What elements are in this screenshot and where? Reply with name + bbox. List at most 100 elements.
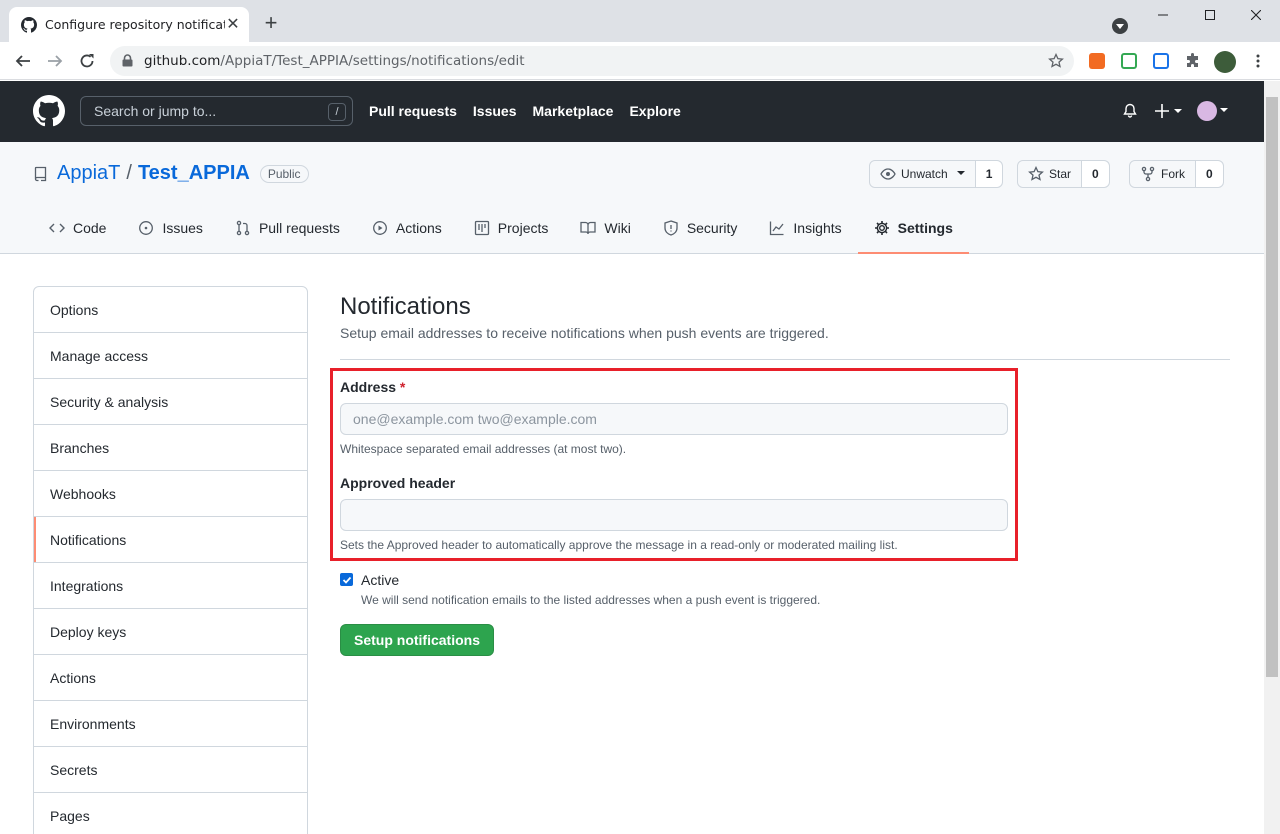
tab-settings[interactable]: Settings (857, 216, 970, 254)
address-input[interactable] (340, 403, 1008, 435)
nav-pull-requests[interactable]: Pull requests (369, 103, 457, 119)
extension-ex-icon[interactable] (1089, 53, 1105, 69)
unwatch-label: Unwatch (901, 167, 948, 181)
tab-insights[interactable]: Insights (753, 216, 857, 254)
fork-button[interactable]: Fork (1130, 161, 1196, 187)
notifications-bell-icon[interactable] (1122, 103, 1138, 119)
tab-wiki-label: Wiki (604, 220, 631, 236)
star-count[interactable]: 0 (1082, 161, 1109, 187)
nav-marketplace[interactable]: Marketplace (533, 103, 614, 119)
nav-explore[interactable]: Explore (629, 103, 680, 119)
profile-avatar[interactable] (1214, 51, 1236, 73)
tab-wiki[interactable]: Wiki (564, 216, 646, 254)
issue-icon (139, 221, 154, 235)
required-mark: * (399, 379, 406, 395)
search-placeholder: Search or jump to... (94, 103, 217, 119)
gear-icon (874, 221, 889, 235)
shield-icon (664, 220, 678, 236)
sidebar-item-environments[interactable]: Environments (34, 701, 307, 747)
nav-issues[interactable]: Issues (473, 103, 517, 119)
watch-button-group: Unwatch 1 (869, 160, 1004, 188)
create-new-plus-icon[interactable] (1155, 103, 1183, 119)
tab-issues-label: Issues (162, 220, 203, 236)
star-label: Star (1049, 167, 1072, 181)
repo-tabs: Code Issues Pull requests Actions Projec… (33, 216, 970, 254)
highlight-box (330, 368, 1018, 561)
browser-menu-icon[interactable] (1250, 53, 1266, 69)
back-icon[interactable] (12, 50, 34, 72)
chevron-down-icon (956, 171, 965, 175)
repo-icon (34, 166, 47, 181)
lock-icon[interactable] (122, 54, 133, 67)
unwatch-button[interactable]: Unwatch (870, 161, 976, 187)
reload-icon[interactable] (76, 50, 98, 72)
settings-sidebar: Options Manage access Security & analysi… (33, 286, 308, 834)
tab-settings-label: Settings (897, 220, 953, 236)
sidebar-item-deploy-keys[interactable]: Deploy keys (34, 609, 307, 655)
sidebar-item-secrets[interactable]: Secrets (34, 747, 307, 793)
star-button[interactable]: Star (1018, 161, 1083, 187)
tab-pull-requests[interactable]: Pull requests (219, 216, 356, 254)
eye-icon (880, 168, 896, 180)
address-label: Address * (340, 379, 406, 395)
sidebar-item-webhooks[interactable]: Webhooks (34, 471, 307, 517)
extension-blue-icon[interactable] (1153, 53, 1169, 69)
tab-title: Configure repository notification (45, 17, 225, 32)
divider (340, 359, 1230, 360)
sidebar-item-manage-access[interactable]: Manage access (34, 333, 307, 379)
sidebar-item-actions[interactable]: Actions (34, 655, 307, 701)
tab-code-label: Code (73, 220, 107, 236)
sidebar-item-integrations[interactable]: Integrations (34, 563, 307, 609)
approved-header-input[interactable] (340, 499, 1008, 531)
address-bar[interactable]: github.com/AppiaT/Test_APPIA/settings/no… (110, 46, 1074, 76)
watch-count[interactable]: 1 (975, 161, 1003, 187)
active-label[interactable]: Active (361, 572, 399, 588)
tab-projects[interactable]: Projects (458, 216, 565, 254)
forward-icon[interactable] (44, 50, 66, 72)
extension-green-icon[interactable] (1121, 53, 1137, 69)
tab-issues[interactable]: Issues (122, 216, 218, 254)
sidebar-item-notifications[interactable]: Notifications (34, 517, 307, 563)
minimize-icon[interactable] (1140, 0, 1186, 30)
new-tab-icon[interactable]: + (260, 12, 282, 34)
setup-notifications-button[interactable]: Setup notifications (340, 624, 494, 656)
tab-search-icon[interactable] (1112, 18, 1128, 34)
sidebar-item-security-analysis[interactable]: Security & analysis (34, 379, 307, 425)
user-menu-caret-icon[interactable] (1220, 108, 1228, 114)
browser-tab[interactable]: Configure repository notification ✕ (9, 7, 249, 42)
graph-icon (770, 221, 784, 236)
address-note: Whitespace separated email addresses (at… (340, 442, 627, 456)
page-scrollbar[interactable] (1264, 81, 1280, 834)
fork-label: Fork (1161, 167, 1185, 181)
sidebar-item-options[interactable]: Options (34, 287, 307, 333)
tab-insights-label: Insights (793, 220, 842, 236)
bookmark-star-icon[interactable] (1048, 53, 1064, 69)
tab-actions-label: Actions (395, 220, 442, 236)
tab-close-icon[interactable]: ✕ (225, 16, 241, 33)
repo-title: AppiaT / Test_APPIA Public (33, 162, 309, 185)
github-logo-icon[interactable] (33, 95, 65, 127)
star-button-group: Star 0 (1017, 160, 1110, 188)
browser-tab-bar: Configure repository notification ✕ + (0, 0, 1280, 42)
star-icon (1028, 166, 1044, 181)
scrollbar-thumb[interactable] (1266, 97, 1278, 677)
checkmark-icon (342, 576, 351, 584)
maximize-icon[interactable] (1187, 0, 1233, 30)
tab-code[interactable]: Code (33, 216, 122, 254)
close-window-icon[interactable] (1233, 0, 1279, 30)
browser-toolbar: github.com/AppiaT/Test_APPIA/settings/no… (0, 42, 1280, 80)
repo-name-link[interactable]: Test_APPIA (138, 162, 250, 185)
global-nav: Pull requests Issues Marketplace Explore (369, 103, 681, 119)
repo-owner-link[interactable]: AppiaT (57, 162, 120, 185)
sidebar-item-branches[interactable]: Branches (34, 425, 307, 471)
tab-pull-requests-label: Pull requests (258, 220, 340, 236)
fork-count[interactable]: 0 (1196, 161, 1223, 187)
active-checkbox[interactable] (340, 573, 353, 586)
search-input[interactable]: Search or jump to... / (80, 96, 353, 126)
book-icon (580, 221, 597, 235)
extensions-puzzle-icon[interactable] (1185, 53, 1201, 69)
sidebar-item-pages[interactable]: Pages (34, 793, 307, 834)
tab-security[interactable]: Security (647, 216, 754, 254)
user-avatar[interactable] (1197, 101, 1217, 121)
tab-actions[interactable]: Actions (356, 216, 458, 254)
